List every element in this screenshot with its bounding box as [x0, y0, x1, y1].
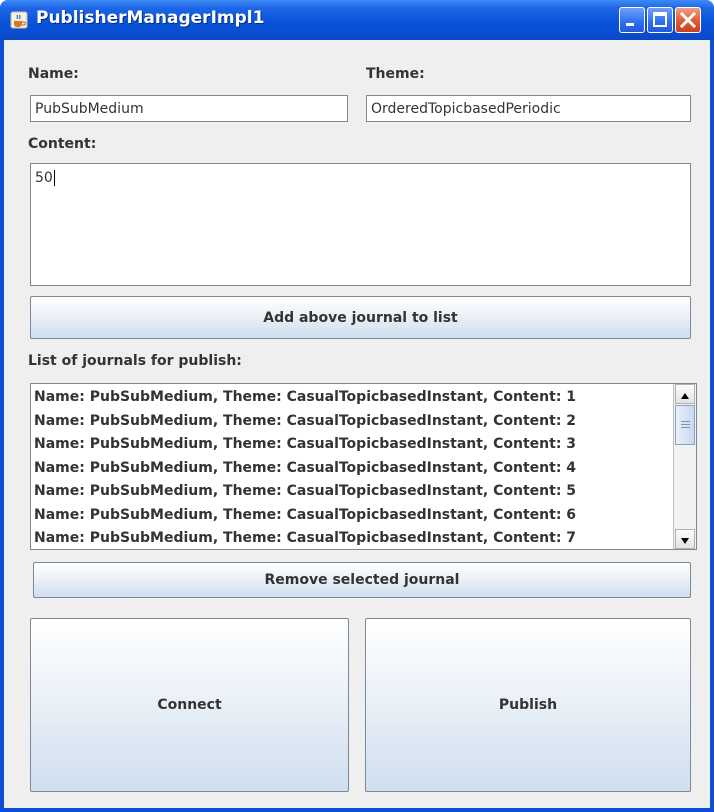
connect-button[interactable]: Connect [30, 618, 349, 792]
theme-label: Theme: [366, 66, 425, 82]
publish-button[interactable]: Publish [365, 618, 691, 792]
name-label: Name: [28, 66, 79, 82]
close-button[interactable] [675, 7, 701, 33]
scroll-thumb[interactable] [675, 405, 695, 445]
journal-list[interactable]: Name: PubSubMedium, Theme: CasualTopicba… [30, 383, 697, 550]
list-item[interactable]: Name: PubSubMedium, Theme: CasualTopicba… [34, 480, 666, 504]
scroll-up-button[interactable] [675, 384, 695, 404]
add-journal-button-label: Add above journal to list [263, 309, 458, 326]
application-window: PublisherManagerImpl1 Name: PubSubMedium… [0, 0, 714, 812]
scroll-down-button[interactable] [675, 529, 695, 549]
close-icon [676, 11, 700, 36]
grip-line [681, 427, 690, 428]
scroll-down-arrow-icon [680, 530, 690, 549]
remove-journal-button-label: Remove selected journal [264, 572, 460, 588]
list-item[interactable]: Name: PubSubMedium, Theme: CasualTopicba… [34, 386, 666, 410]
list-item[interactable]: Name: PubSubMedium, Theme: CasualTopicba… [34, 457, 666, 481]
minimize-icon [620, 17, 644, 36]
grip-line [681, 424, 690, 425]
title-bar[interactable]: PublisherManagerImpl1 [0, 0, 714, 40]
scroll-up-arrow-icon [680, 385, 690, 404]
publish-button-label: Publish [498, 697, 558, 713]
list-item[interactable]: Name: PubSubMedium, Theme: CasualTopicba… [34, 410, 666, 434]
connect-button-label: Connect [157, 697, 222, 713]
theme-field[interactable]: OrderedTopicbasedPeriodic [366, 95, 691, 122]
content-textarea[interactable]: 50 [30, 163, 691, 286]
maximize-icon [648, 12, 672, 36]
remove-journal-button[interactable]: Remove selected journal [33, 562, 691, 598]
grip-line [681, 421, 690, 422]
window-title: PublisherManagerImpl1 [36, 8, 265, 28]
list-item[interactable]: Name: PubSubMedium, Theme: CasualTopicba… [34, 504, 666, 528]
journal-list-scrollbar[interactable] [673, 384, 696, 549]
name-field[interactable]: PubSubMedium [30, 95, 348, 122]
theme-field-value: OrderedTopicbasedPeriodic [371, 101, 561, 117]
minimize-button[interactable] [619, 7, 645, 33]
journal-list-items: Name: PubSubMedium, Theme: CasualTopicba… [34, 386, 666, 549]
maximize-button[interactable] [647, 7, 673, 33]
list-item[interactable]: Name: PubSubMedium, Theme: CasualTopicba… [34, 433, 666, 457]
text-caret [53, 170, 55, 186]
java-cup-icon [10, 11, 28, 29]
list-item[interactable]: Name: PubSubMedium, Theme: CasualTopicba… [34, 527, 666, 549]
add-journal-button[interactable]: Add above journal to list [30, 296, 691, 339]
content-label: Content: [28, 136, 97, 152]
client-area: Name: PubSubMedium Theme: OrderedTopicba… [4, 40, 710, 808]
name-field-value: PubSubMedium [35, 101, 144, 117]
journal-list-label: List of journals for publish: [28, 353, 242, 369]
content-textarea-value: 50 [35, 170, 53, 186]
